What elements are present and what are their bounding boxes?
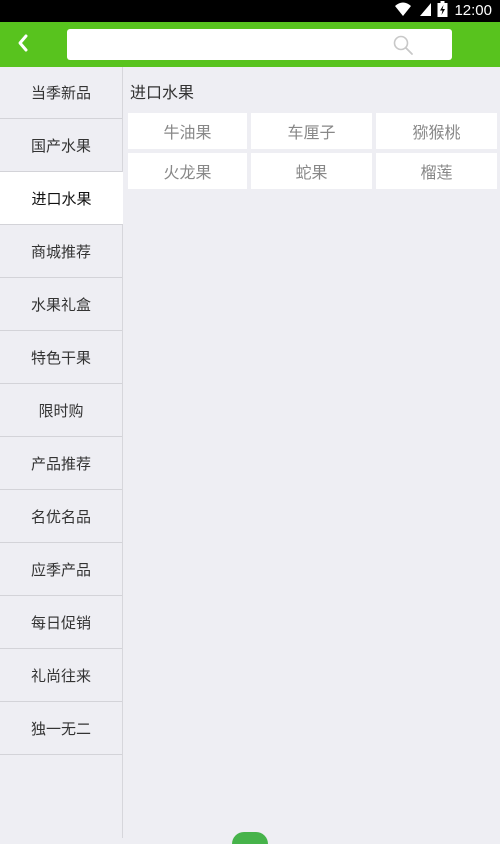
sidebar-item-famous-products[interactable]: 名优名品 [0,490,122,543]
sidebar-item-product-recommend[interactable]: 产品推荐 [0,437,122,490]
app-bar [0,22,500,67]
bottom-edge-button[interactable] [232,832,268,844]
back-button[interactable] [8,30,38,60]
wifi-icon [393,1,413,21]
sidebar-item-label: 当季新品 [30,84,91,102]
product-item-snake-apple[interactable]: 蛇果 [251,153,372,189]
sidebar-item-gifts[interactable]: 礼尚往来 [0,649,122,702]
status-bar: 12:00 [0,0,500,22]
sidebar-item-label: 产品推荐 [30,454,91,473]
search-input[interactable] [77,33,377,56]
sidebar-item-imported-fruit[interactable]: 进口水果 [0,172,123,225]
sidebar-item-fruit-gift-box[interactable]: 水果礼盒 [0,278,122,331]
sidebar-item-label: 商城推荐 [30,242,91,261]
sidebar-item-label: 水果礼盒 [30,295,91,314]
sidebar-item-label: 特色干果 [30,348,91,367]
sidebar-item-dried-fruit[interactable]: 特色干果 [0,331,122,384]
section-title: 进口水果 [130,83,195,102]
search-icon[interactable] [392,34,414,56]
sidebar-item-label: 每日促销 [30,613,91,632]
category-content: 进口水果 牛油果 车厘子 猕猴桃 火龙果 蛇果 榴莲 [124,67,500,838]
category-sidebar: 当季新品 国产水果 进口水果 商城推荐 水果礼盒 特色干果 限时购 产品推荐 名… [0,67,123,838]
product-item-kiwi[interactable]: 猕猴桃 [376,113,497,149]
product-item-durian[interactable]: 榴莲 [376,153,497,189]
status-time: 12:00 [454,2,492,19]
sidebar-item-label: 名优名品 [30,507,91,526]
sidebar-item-flash-sale[interactable]: 限时购 [0,384,122,437]
sidebar-item-domestic-fruit[interactable]: 国产水果 [0,119,122,172]
sidebar-item-label: 限时购 [38,401,84,420]
product-grid: 牛油果 车厘子 猕猴桃 火龙果 蛇果 榴莲 [128,113,497,189]
sidebar-item-daily-promotion[interactable]: 每日促销 [0,596,122,649]
sidebar-item-label: 礼尚往来 [30,666,91,685]
product-item-dragon-fruit[interactable]: 火龙果 [128,153,247,189]
sidebar-item-mall-recommend[interactable]: 商城推荐 [0,225,122,278]
sidebar-item-label: 应季产品 [30,560,91,579]
sidebar-item-seasonal-products[interactable]: 应季产品 [0,543,122,596]
search-box[interactable] [67,29,452,60]
sidebar-item-label: 国产水果 [30,136,91,155]
sidebar-item-label: 进口水果 [31,189,92,208]
battery-icon [437,1,448,21]
sidebar-item-label: 独一无二 [30,719,91,738]
signal-icon [419,1,432,21]
sidebar-item-unique[interactable]: 独一无二 [0,702,122,755]
sidebar-item-seasonal-new[interactable]: 当季新品 [0,67,122,119]
status-icons: 12:00 [393,1,492,21]
product-item-cherry[interactable]: 车厘子 [251,113,372,149]
chevron-left-icon [16,33,30,57]
product-item-avocado[interactable]: 牛油果 [128,113,247,149]
